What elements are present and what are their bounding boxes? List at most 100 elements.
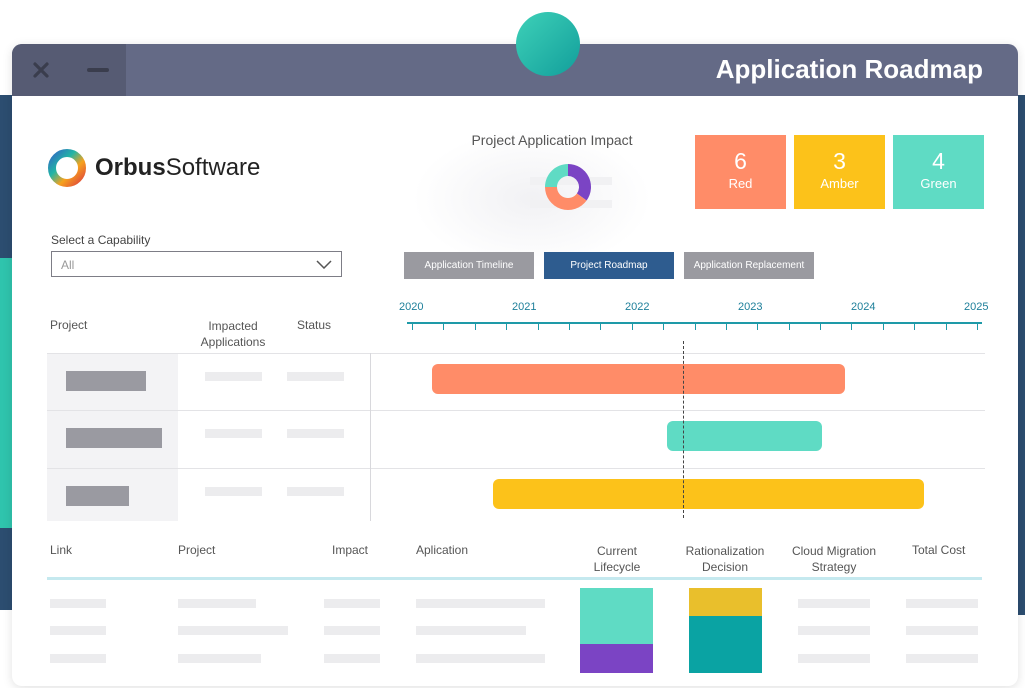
timeline-tick bbox=[663, 324, 665, 330]
year-tick-label: 2023 bbox=[738, 301, 763, 313]
impacted-placeholder bbox=[205, 372, 262, 381]
gantt-bar[interactable] bbox=[432, 364, 845, 394]
kpi-red-card: 6 Red bbox=[695, 135, 786, 209]
close-button[interactable] bbox=[12, 44, 69, 96]
cloud-migration-header: Cloud Migration Strategy bbox=[791, 544, 877, 574]
kpi-green-label: Green bbox=[920, 176, 957, 191]
table-cell-placeholder bbox=[178, 626, 288, 635]
timeline-tick bbox=[474, 324, 476, 330]
kpi-red-label: Red bbox=[728, 176, 753, 191]
table-cell-placeholder bbox=[178, 654, 261, 663]
table-cell-placeholder bbox=[178, 599, 256, 608]
impact-donut-chart bbox=[545, 164, 591, 210]
table-cell-placeholder bbox=[324, 599, 380, 608]
table-cell-placeholder bbox=[324, 654, 380, 663]
gantt-bar[interactable] bbox=[493, 479, 924, 509]
timeline-tick bbox=[506, 324, 508, 330]
minimize-button[interactable] bbox=[69, 44, 126, 96]
application-column-header: Aplication bbox=[416, 543, 469, 557]
capability-label: Select a Capability bbox=[51, 233, 151, 247]
timeline-tick bbox=[882, 324, 884, 330]
timeline-tick bbox=[412, 324, 413, 330]
project-name-placeholder bbox=[66, 371, 146, 391]
logo: OrbusSoftware bbox=[47, 148, 260, 188]
year-tick-label: 2021 bbox=[512, 301, 537, 313]
table-cell-placeholder bbox=[50, 654, 106, 663]
chevron-down-icon bbox=[316, 260, 332, 269]
timeline-tick bbox=[443, 324, 445, 330]
timeline-tick bbox=[631, 324, 633, 330]
table-cell-placeholder bbox=[416, 599, 545, 608]
timeline-tick bbox=[914, 324, 916, 330]
today-marker-line bbox=[683, 341, 685, 518]
project-name-placeholder bbox=[66, 486, 129, 506]
kpi-amber-card: 3 Amber bbox=[794, 135, 885, 209]
title-bar: Application Roadmap bbox=[12, 44, 1018, 96]
timeline-tick bbox=[568, 324, 570, 330]
project-column-header: Project bbox=[50, 318, 88, 332]
application-replacement-button[interactable]: Application Replacement bbox=[684, 252, 814, 279]
timeline-tick bbox=[851, 324, 853, 330]
timeline-tick bbox=[757, 324, 759, 330]
kpi-green-value: 4 bbox=[932, 148, 945, 174]
table-cell-placeholder bbox=[906, 599, 978, 608]
impact-column-header: Impact bbox=[332, 543, 369, 557]
window-title: Application Roadmap bbox=[715, 54, 983, 84]
kpi-green-card: 4 Green bbox=[893, 135, 984, 209]
current-lifecycle-header: Current Lifecycle bbox=[593, 544, 641, 574]
gantt-chart-area bbox=[407, 341, 982, 521]
table-cell-placeholder bbox=[906, 626, 978, 635]
timeline-tick bbox=[945, 324, 947, 330]
status-placeholder bbox=[287, 372, 344, 381]
status-placeholder bbox=[287, 487, 344, 496]
project-roadmap-button[interactable]: Project Roadmap bbox=[544, 252, 674, 279]
rationalization-block-amber bbox=[689, 588, 762, 616]
timeline-tick bbox=[788, 324, 790, 330]
table-cell-placeholder bbox=[50, 599, 106, 608]
table-cell-placeholder bbox=[798, 654, 870, 663]
table-cell-placeholder bbox=[324, 626, 380, 635]
capability-select[interactable]: All bbox=[51, 251, 342, 277]
table-project-column-header: Project bbox=[178, 543, 216, 557]
lifecycle-block-teal bbox=[580, 588, 653, 644]
impacted-placeholder bbox=[205, 429, 262, 438]
status-column-header: Status bbox=[297, 318, 332, 332]
timeline-tick bbox=[725, 324, 727, 330]
timeline-axis: 2020 2021 2022 2023 2024 2025 bbox=[399, 294, 988, 334]
column-divider bbox=[370, 353, 371, 521]
year-tick-label: 2022 bbox=[625, 301, 650, 313]
app-window: Application Roadmap OrbusSoftware Projec… bbox=[12, 44, 1018, 686]
donut-slice bbox=[545, 164, 568, 187]
minimize-icon bbox=[86, 68, 109, 72]
kpi-amber-value: 3 bbox=[833, 148, 846, 174]
project-name-placeholder bbox=[66, 428, 162, 448]
impact-title: Project Application Impact bbox=[471, 132, 633, 148]
capability-value: All bbox=[61, 258, 75, 272]
total-cost-header: Total Cost bbox=[912, 543, 966, 557]
kpi-amber-label: Amber bbox=[820, 176, 859, 191]
impacted-placeholder bbox=[205, 487, 262, 496]
gantt-bar[interactable] bbox=[667, 421, 823, 451]
table-cell-placeholder bbox=[798, 626, 870, 635]
table-cell-placeholder bbox=[906, 654, 978, 663]
year-tick-label: 2020 bbox=[399, 301, 424, 313]
table-cell-placeholder bbox=[798, 599, 870, 608]
table-header-divider bbox=[47, 577, 982, 580]
background-glow bbox=[412, 129, 652, 269]
table-cell-placeholder bbox=[416, 626, 526, 635]
rationalization-decision-header: Rationalization Decision bbox=[685, 544, 765, 574]
link-column-header: Link bbox=[50, 543, 73, 557]
logo-text-light: Software bbox=[165, 154, 261, 181]
logo-icon bbox=[48, 149, 86, 187]
impacted-applications-header: Impacted Applications bbox=[200, 319, 266, 349]
logo-text-bold: Orbus bbox=[95, 154, 166, 181]
timeline-tick bbox=[820, 324, 822, 330]
application-timeline-button[interactable]: Application Timeline bbox=[404, 252, 534, 279]
table-cell-placeholder bbox=[50, 626, 106, 635]
timeline-tick bbox=[977, 324, 978, 330]
status-placeholder bbox=[287, 429, 344, 438]
rationalization-block-teal bbox=[689, 616, 762, 673]
year-tick-label: 2025 bbox=[964, 301, 989, 313]
timeline-tick bbox=[694, 324, 696, 330]
decorative-circle bbox=[516, 12, 580, 76]
